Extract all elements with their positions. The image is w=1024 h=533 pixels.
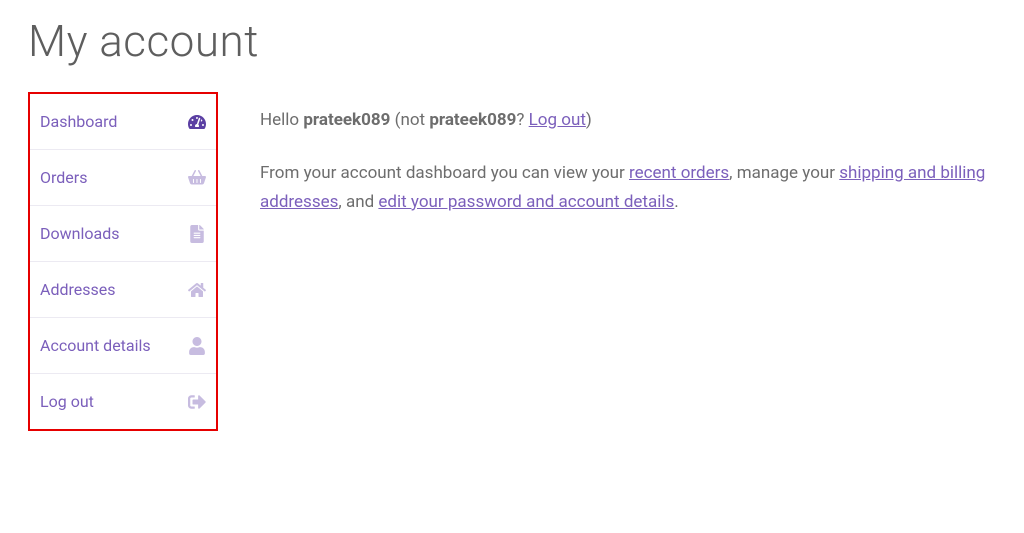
description-text: From your account dashboard you can view… [260,159,996,217]
dashboard-icon [188,113,206,131]
sidebar-item-label: Account details [40,336,151,355]
greeting-username-repeat: prateek089 [429,110,516,130]
sidebar-item-label: Addresses [40,280,116,299]
sidebar-item-downloads[interactable]: Downloads [30,206,216,262]
sidebar-item-label: Log out [40,392,94,411]
sidebar-item-addresses[interactable]: Addresses [30,262,216,318]
desc-part2: , manage your [729,163,839,183]
page-title: My account [28,15,1024,67]
greeting-not-prefix: (not [390,110,429,130]
greeting-question: ? [516,110,528,130]
desc-part1: From your account dashboard you can view… [260,163,629,183]
desc-part3: , and [338,192,378,212]
signout-icon [188,393,206,411]
greeting-close: ) [586,110,592,130]
sidebar-item-account-details[interactable]: Account details [30,318,216,374]
sidebar-item-orders[interactable]: Orders [30,150,216,206]
sidebar-item-label: Orders [40,168,87,187]
greeting-text: Hello prateek089 (not prateek089? Log ou… [260,106,996,135]
home-icon [188,281,206,299]
greeting-hello: Hello [260,110,303,130]
edit-account-link[interactable]: edit your password and account details [378,192,674,212]
file-icon [188,225,206,243]
logout-link[interactable]: Log out [529,110,586,130]
sidebar-item-dashboard[interactable]: Dashboard [30,94,216,150]
recent-orders-link[interactable]: recent orders [629,163,729,183]
basket-icon [188,169,206,187]
sidebar-item-logout[interactable]: Log out [30,374,216,429]
sidebar-item-label: Dashboard [40,112,117,131]
user-icon [188,337,206,355]
desc-part4: . [674,192,678,212]
account-sidebar: Dashboard Orders Downloads Addresses Acc [28,92,218,431]
content-wrapper: Dashboard Orders Downloads Addresses Acc [0,92,1024,431]
greeting-username: prateek089 [303,110,390,130]
sidebar-item-label: Downloads [40,224,119,243]
main-content: Hello prateek089 (not prateek089? Log ou… [260,92,996,241]
